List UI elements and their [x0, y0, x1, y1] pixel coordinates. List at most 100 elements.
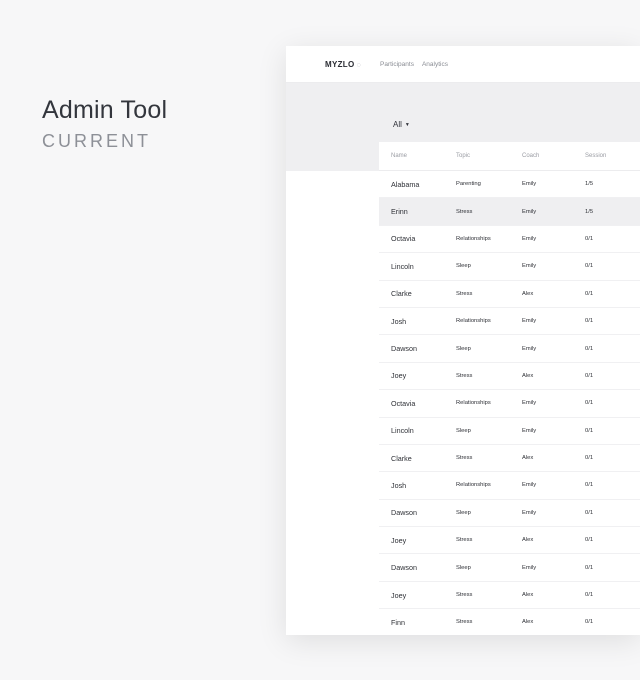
- logo[interactable]: MYZLO ◌: [325, 60, 361, 69]
- table-row[interactable]: Clarke Stress Alex 0/1: [379, 280, 640, 308]
- cell-topic: Stress: [456, 290, 473, 297]
- column-header-coach[interactable]: Coach: [522, 153, 585, 159]
- cell-name: Finn: [391, 617, 405, 627]
- top-bar: MYZLO ◌ Participants Analytics: [286, 46, 640, 83]
- cell-coach: Emily: [522, 235, 537, 242]
- table-row[interactable]: Josh Relationships Emily 0/1: [379, 307, 640, 336]
- cell-coach: Emily: [522, 564, 537, 571]
- cell-session: 0/1: [585, 619, 594, 626]
- table-row[interactable]: Lincoln Sleep Emily 0/1: [379, 417, 640, 445]
- logo-text: MYZLO: [325, 60, 355, 69]
- cell-coach: Alex: [522, 537, 534, 544]
- cell-session: 1/5: [585, 181, 594, 188]
- cell-name: Josh: [391, 316, 407, 326]
- cell-name: Clarke: [391, 453, 412, 463]
- cell-coach: Emily: [522, 482, 537, 489]
- table-row[interactable]: Joey Stress Alex 0/1: [379, 581, 640, 610]
- cell-session: 0/1: [585, 592, 594, 599]
- cell-coach: Emily: [522, 400, 537, 407]
- cell-name: Joey: [391, 371, 407, 381]
- cell-session: 0/1: [585, 400, 594, 407]
- page-title: Admin Tool: [42, 96, 168, 124]
- table-row[interactable]: Finn Stress Alex 0/1: [379, 609, 640, 635]
- cell-coach: Alex: [522, 619, 534, 626]
- cell-topic: Sleep: [456, 509, 471, 516]
- table-header: Name Topic Coach Session: [379, 142, 640, 171]
- column-header-session[interactable]: Session: [585, 153, 640, 159]
- cell-session: 0/1: [585, 290, 594, 297]
- cell-topic: Relationships: [456, 235, 491, 242]
- cell-name: Dawson: [391, 508, 417, 518]
- column-header-topic[interactable]: Topic: [456, 153, 522, 159]
- cell-coach: Alex: [522, 592, 534, 599]
- cell-name: Dawson: [391, 563, 417, 573]
- cell-session: 0/1: [585, 345, 594, 352]
- cell-session: 0/1: [585, 455, 594, 462]
- cell-name: Clarke: [391, 289, 412, 299]
- cell-topic: Relationships: [456, 318, 491, 325]
- table-row[interactable]: Alabama Parenting Emily 1/5: [379, 171, 640, 199]
- cell-name: Erinn: [391, 207, 408, 217]
- cell-topic: Stress: [456, 372, 473, 379]
- cell-session: 0/1: [585, 263, 594, 270]
- cell-name: Joey: [391, 535, 407, 545]
- cell-topic: Stress: [456, 592, 473, 599]
- cell-coach: Alex: [522, 290, 534, 297]
- cell-topic: Stress: [456, 208, 473, 215]
- participants-table: Name Topic Coach Session Alabama Parentin…: [379, 142, 640, 635]
- cell-topic: Relationships: [456, 482, 491, 489]
- column-header-name[interactable]: Name: [379, 153, 456, 159]
- table-row[interactable]: Clarke Stress Alex 0/1: [379, 444, 640, 473]
- table-row[interactable]: Joey Stress Alex 0/1: [379, 527, 640, 555]
- table-row[interactable]: Josh Relationships Emily 0/1: [379, 472, 640, 500]
- cell-name: Joey: [391, 590, 407, 600]
- cell-session: 0/1: [585, 537, 594, 544]
- cell-session: 0/1: [585, 372, 594, 379]
- cell-topic: Stress: [456, 619, 473, 626]
- table-row[interactable]: Dawson Sleep Emily 0/1: [379, 335, 640, 363]
- cell-topic: Relationships: [456, 400, 491, 407]
- cell-coach: Emily: [522, 263, 537, 270]
- cell-coach: Emily: [522, 509, 537, 516]
- cell-topic: Parenting: [456, 181, 481, 188]
- page-subtitle: CURRENT: [42, 131, 151, 151]
- cell-session: 1/5: [585, 208, 594, 215]
- cell-name: Lincoln: [391, 426, 414, 436]
- app-window: MYZLO ◌ Participants Analytics All ▼ Name …: [286, 46, 640, 635]
- cell-session: 0/1: [585, 509, 594, 516]
- cell-name: Octavia: [391, 398, 416, 408]
- cell-name: Lincoln: [391, 261, 414, 271]
- side-panel: [286, 171, 379, 635]
- table-row[interactable]: Octavia Relationships Emily 0/1: [379, 225, 640, 254]
- cell-coach: Alex: [522, 372, 534, 379]
- filter-dropdown[interactable]: All ▼: [393, 120, 410, 129]
- cell-topic: Sleep: [456, 263, 471, 270]
- table-body: Alabama Parenting Emily 1/5 Erinn Stress Emily…: [379, 171, 640, 635]
- headline: Admin Tool CURRENT: [42, 96, 167, 152]
- cell-topic: Sleep: [456, 427, 471, 434]
- nav-participants[interactable]: Participants: [380, 61, 414, 68]
- chevron-down-icon: ▼: [404, 121, 410, 128]
- table-row[interactable]: Lincoln Sleep Emily 0/1: [379, 253, 640, 281]
- table-row[interactable]: Joey Stress Alex 0/1: [379, 362, 640, 391]
- cell-coach: Emily: [522, 345, 537, 352]
- cell-name: Octavia: [391, 234, 416, 244]
- cell-name: Dawson: [391, 344, 417, 354]
- table-row[interactable]: Erinn Stress Emily 1/5: [379, 198, 640, 226]
- cell-coach: Emily: [522, 181, 537, 188]
- cell-topic: Sleep: [456, 345, 471, 352]
- table-row[interactable]: Octavia Relationships Emily 0/1: [379, 390, 640, 418]
- nav-analytics[interactable]: Analytics: [422, 61, 448, 68]
- cell-session: 0/1: [585, 318, 594, 325]
- cell-name: Josh: [391, 480, 407, 490]
- cell-name: Alabama: [391, 179, 420, 189]
- cell-coach: Emily: [522, 208, 537, 215]
- table-row[interactable]: Dawson Sleep Emily 0/1: [379, 499, 640, 528]
- cell-coach: Emily: [522, 318, 537, 325]
- cell-topic: Stress: [456, 455, 473, 462]
- cell-coach: Emily: [522, 427, 537, 434]
- cell-session: 0/1: [585, 564, 594, 571]
- table-row[interactable]: Dawson Sleep Emily 0/1: [379, 554, 640, 582]
- cell-coach: Alex: [522, 455, 534, 462]
- main-nav: Participants Analytics: [380, 61, 448, 68]
